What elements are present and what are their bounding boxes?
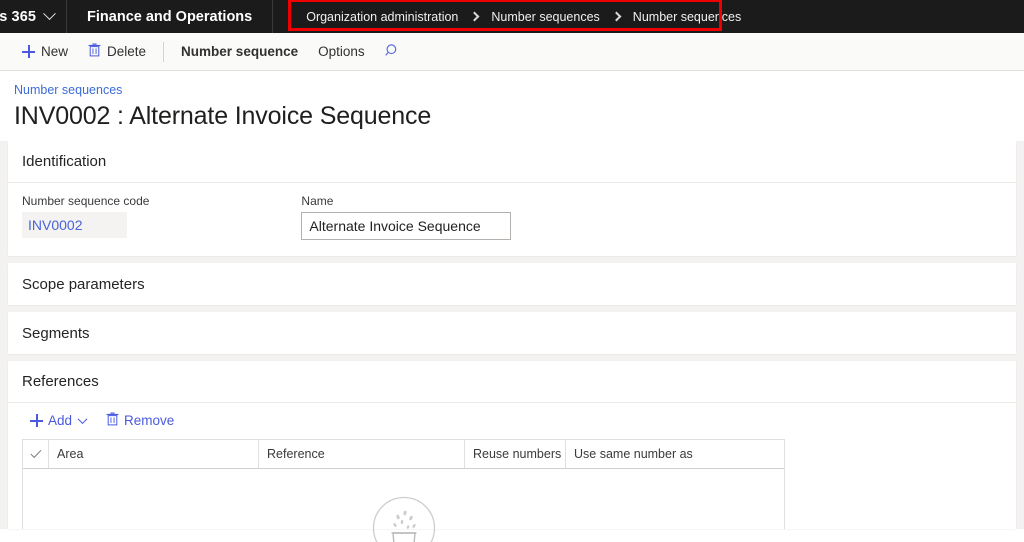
chevron-down-icon[interactable] [43, 7, 56, 21]
column-header-reuse-numbers-label: Reuse numbers [473, 447, 562, 461]
section-identification-body: Number sequence code INV0002 Name [8, 183, 1016, 256]
add-reference-button[interactable]: Add [22, 410, 94, 431]
chevron-right-icon [611, 11, 622, 22]
remove-reference-button[interactable]: Remove [98, 409, 182, 432]
section-scope-parameters-header[interactable]: Scope parameters [8, 263, 1016, 305]
add-reference-label: Add [48, 413, 73, 428]
name-input[interactable] [301, 212, 512, 240]
column-header-area-label: Area [57, 447, 84, 461]
section-references-header[interactable]: References [8, 361, 1016, 403]
references-grid-toolbar: Add Remove [8, 403, 1016, 439]
search-button[interactable] [375, 37, 410, 67]
empty-box-icon [371, 495, 437, 542]
name-label: Name [301, 194, 334, 208]
column-header-reference[interactable]: Reference [259, 440, 465, 468]
references-grid-rows [23, 469, 784, 542]
breadcrumb: Organization administration Number seque… [290, 0, 757, 33]
section-scope-parameters-title: Scope parameters [22, 275, 145, 293]
column-header-use-same-number-as-label: Use same number as [574, 447, 693, 461]
new-button[interactable]: New [12, 37, 78, 67]
section-segments-header[interactable]: Segments [8, 312, 1016, 354]
section-identification-title: Identification [22, 153, 107, 170]
plus-icon [22, 45, 35, 58]
section-references-title: References [22, 373, 99, 390]
command-bar: New Delete Number sequence Options [0, 33, 1024, 71]
trash-icon [88, 43, 101, 60]
breadcrumb-item-organization-administration[interactable]: Organization administration [306, 10, 458, 24]
chevron-down-icon[interactable] [77, 414, 88, 425]
number-sequence-code-value[interactable]: INV0002 [22, 212, 127, 238]
search-icon [384, 43, 400, 61]
options-menu[interactable]: Options [308, 37, 375, 67]
remove-reference-label: Remove [124, 413, 175, 428]
module-label: Finance and Operations [87, 8, 253, 25]
references-grid-header: Area Reference Reuse numbers Use same nu… [23, 440, 784, 469]
column-header-reference-label: Reference [267, 447, 325, 461]
column-header-use-same-number-as[interactable]: Use same number as [566, 440, 784, 468]
plus-icon [30, 414, 43, 427]
new-button-label: New [41, 44, 69, 59]
page-back-link[interactable]: Number sequences [14, 83, 122, 97]
form-canvas: Identification Number sequence code INV0… [0, 141, 1024, 542]
identification-field-row: Number sequence code INV0002 Name [22, 193, 1002, 240]
delete-button[interactable]: Delete [78, 37, 156, 67]
number-sequence-menu[interactable]: Number sequence [171, 37, 308, 67]
chevron-right-icon [469, 11, 480, 22]
section-scope-parameters: Scope parameters [8, 263, 1016, 305]
references-grid: Area Reference Reuse numbers Use same nu… [22, 439, 785, 542]
section-identification: Identification Number sequence code INV0… [8, 141, 1016, 256]
page-title: INV0002 : Alternate Invoice Sequence [14, 102, 432, 130]
column-header-area[interactable]: Area [49, 440, 259, 468]
column-header-reuse-numbers[interactable]: Reuse numbers [465, 440, 566, 468]
number-sequence-code-label: Number sequence code [22, 194, 150, 208]
toolbar-divider [163, 41, 165, 62]
number-sequence-menu-label: Number sequence [181, 44, 299, 59]
brand-label: nics 365 [0, 8, 37, 25]
dynamics-brand-menu[interactable]: nics 365 [0, 0, 68, 33]
section-segments: Segments [8, 312, 1016, 354]
section-references: References Add Remove Area Reference Reu… [8, 361, 1016, 542]
section-segments-title: Segments [22, 324, 90, 342]
checkmark-icon [29, 449, 41, 459]
module-name[interactable]: Finance and Operations [67, 0, 274, 33]
name-field: Name [301, 193, 512, 240]
number-sequence-code-field: Number sequence code INV0002 [22, 193, 149, 240]
top-navigation-bar: nics 365 Finance and Operations Organiza… [0, 0, 1024, 33]
page-header: Number sequences INV0002 : Alternate Inv… [0, 71, 1024, 141]
breadcrumb-region: Organization administration Number seque… [288, 0, 757, 33]
trash-icon [106, 412, 119, 429]
column-header-select-all[interactable] [23, 440, 49, 468]
breadcrumb-item-number-sequences-1[interactable]: Number sequences [491, 10, 599, 24]
breadcrumb-item-number-sequences-2[interactable]: Number sequences [633, 10, 741, 24]
options-menu-label: Options [318, 44, 365, 59]
field-spacer [149, 193, 301, 240]
section-identification-header[interactable]: Identification [8, 141, 1016, 183]
delete-button-label: Delete [107, 44, 147, 59]
